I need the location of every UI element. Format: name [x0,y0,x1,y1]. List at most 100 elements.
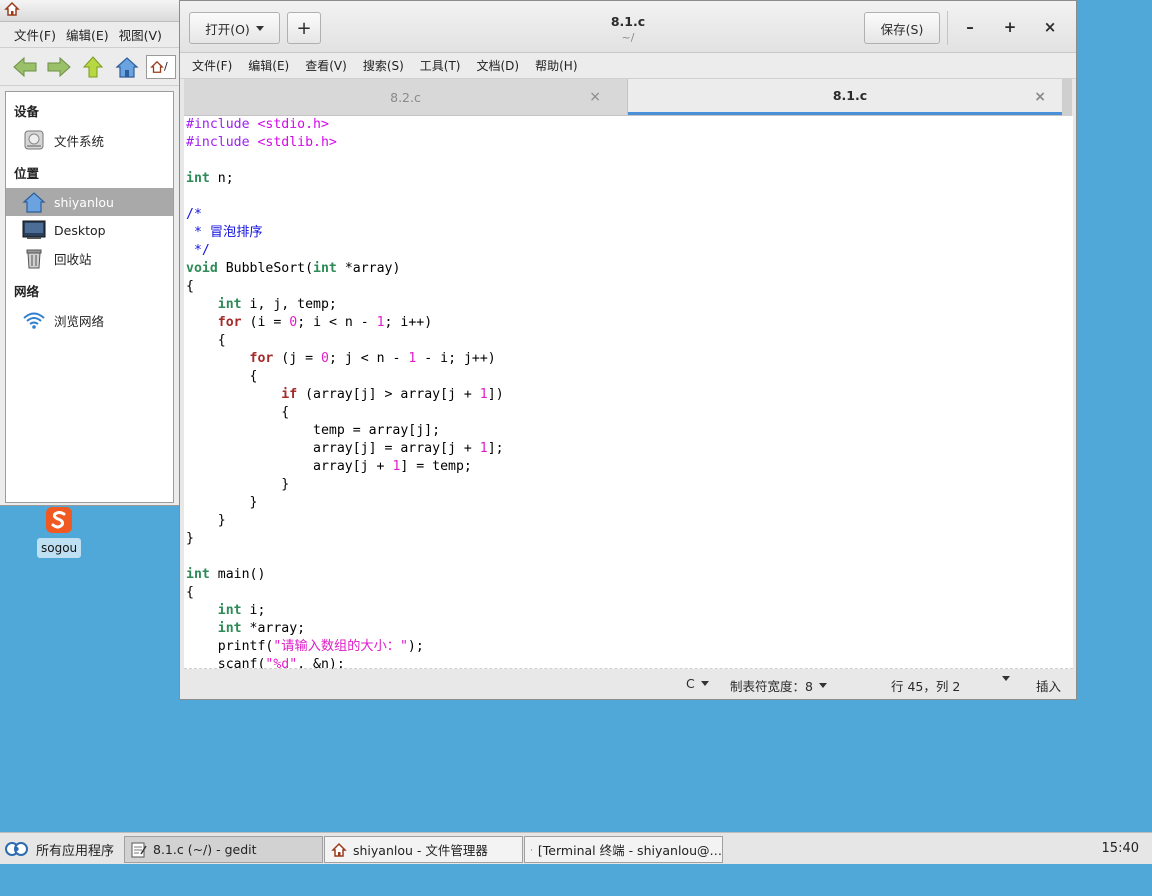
menu-file[interactable]: 文件(F) [192,57,232,74]
section-network: 网络 [14,284,40,299]
code-line: } [186,495,258,510]
insert-mode[interactable]: 插入 [1036,676,1061,695]
code-line: } [186,513,226,528]
path-bar[interactable]: / [146,54,176,79]
code-line: temp = array[j]; [186,423,441,438]
tab-width-selector[interactable]: 制表符宽度：8 [730,676,827,695]
tab-8-1-c[interactable]: 8.1.c × [628,79,1072,115]
insert-mode-label: 插入 [1036,679,1062,694]
section-devices: 设备 [14,104,40,119]
code-line: array[j + 1] = temp; [186,459,472,474]
task-file-manager[interactable]: shiyanlou - 文件管理器 [324,836,523,863]
sidebar-item-network[interactable]: 浏览网络 [6,306,173,334]
language-selector[interactable]: C [686,676,709,691]
sidebar-item-label: Desktop [54,222,106,238]
tab-width-label: 制表符宽度：8 [730,679,813,694]
menu-view[interactable]: 查看(V) [305,57,347,74]
home-icon [115,56,139,78]
window-title: 8.1.c ~/ [580,14,676,44]
up-button[interactable] [78,52,108,82]
close-icon[interactable]: × [589,89,601,105]
sidebar-item-filesystem[interactable]: 文件系统 [6,126,173,154]
menu-help[interactable]: 帮助(H) [535,57,577,74]
back-button[interactable] [10,52,40,82]
sidebar-item-home[interactable]: shiyanlou [6,188,173,216]
trash-icon [22,247,46,269]
places-sidebar: 设备 文件系统 位置 shiyanlou Desktop 回收站 网络 浏览网络 [5,91,174,503]
task-label: [Terminal 终端 - shiyanlou@… [537,843,722,858]
code-editor[interactable]: #include <stdio.h> #include <stdlib.h> i… [184,116,1073,669]
code-line: } [186,477,290,492]
file-manager-titlebar[interactable] [0,0,179,22]
task-terminal[interactable]: [Terminal 终端 - shiyanlou@… [524,836,723,863]
close-icon: × [1043,18,1057,36]
minimize-icon: – [966,18,974,36]
code-line: void BubbleSort(int *array) [186,261,401,276]
desktop-icon-sogou[interactable]: sogou [37,506,81,558]
sidebar-item-label: 回收站 [54,251,92,267]
fm-menu-view[interactable]: 视图(V) [119,25,162,44]
sidebar-item-trash[interactable]: 回收站 [6,244,173,272]
code-line: */ [186,243,210,258]
desktop-icon-label: sogou [37,538,81,558]
code-line: /* [186,207,202,222]
code-line: { [186,369,258,384]
code-line: int n; [186,171,234,186]
sidebar-item-desktop[interactable]: Desktop [6,216,173,244]
path-text: / [164,60,168,73]
minimize-button[interactable]: – [959,16,981,38]
chevron-down-icon [700,681,709,686]
tab-label: 8.1.c [832,88,868,103]
code-line: #include <stdlib.h> [186,135,337,150]
maximize-button[interactable]: + [999,16,1021,38]
file-manager-menubar: 文件(F) 编辑(E) 视图(V) [0,22,179,48]
document-tabs: 8.2.c × 8.1.c × [184,79,1072,116]
task-label: shiyanlou - 文件管理器 [353,843,488,858]
chevron-down-icon [255,25,264,31]
header-separator [947,11,948,45]
code-line: for (i = 0; i < n - 1; i++) [217,315,433,330]
desktop-bottom-strip [0,864,1152,896]
code-line: printf("请输入数组的大小："); [186,639,424,654]
code-line: } [186,531,194,546]
task-gedit[interactable]: 8.1.c (~/) - gedit [124,836,323,863]
code-line: { [186,279,194,294]
menu-edit[interactable]: 编辑(E) [248,57,289,74]
tabs-scroll-area[interactable] [1062,79,1072,116]
new-document-button[interactable]: + [287,12,321,44]
gedit-window: 打开(O) + 8.1.c ~/ 保存(S) – + × 文件(F) 编辑(E)… [179,0,1077,700]
code-line: int main() [186,567,266,582]
menu-search[interactable]: 搜索(S) [363,57,404,74]
tab-label: 8.2.c [390,89,421,105]
tab-8-2-c[interactable]: 8.2.c × [184,79,628,115]
file-manager-toolbar: / [0,48,179,86]
home-icon [331,842,347,857]
save-button[interactable]: 保存(S) [864,12,940,44]
arrow-left-icon [13,56,37,77]
maximize-icon: + [1003,18,1017,36]
menu-documents[interactable]: 文档(D) [477,57,520,74]
applications-menu-button[interactable]: 所有应用程序 [4,836,114,862]
code-line: * 冒泡排序 [186,225,263,240]
menu-tools[interactable]: 工具(T) [420,57,461,74]
forward-button[interactable] [44,52,74,82]
chevron-down-icon [818,683,827,688]
fm-menu-file[interactable]: 文件(F) [14,25,56,44]
position-dropdown[interactable] [1002,676,1010,681]
sidebar-item-label: 文件系统 [54,133,105,149]
code-line: for (j = 0; j < n - 1 - i; j++) [249,351,496,366]
home-button[interactable] [112,52,142,82]
language-label: C [686,676,695,691]
fm-menu-edit[interactable]: 编辑(E) [66,25,109,44]
open-button[interactable]: 打开(O) [189,12,280,44]
chevron-down-icon [1002,676,1010,681]
arrow-up-icon [82,55,104,77]
code-line: array[j] = array[j + 1]; [186,441,504,456]
close-button[interactable]: × [1039,16,1061,38]
close-icon[interactable]: × [1034,89,1046,105]
home-icon [150,60,164,73]
cursor-position[interactable]: 行 45，列 2 [891,676,960,695]
clock[interactable]: 15:40 [1102,841,1139,856]
